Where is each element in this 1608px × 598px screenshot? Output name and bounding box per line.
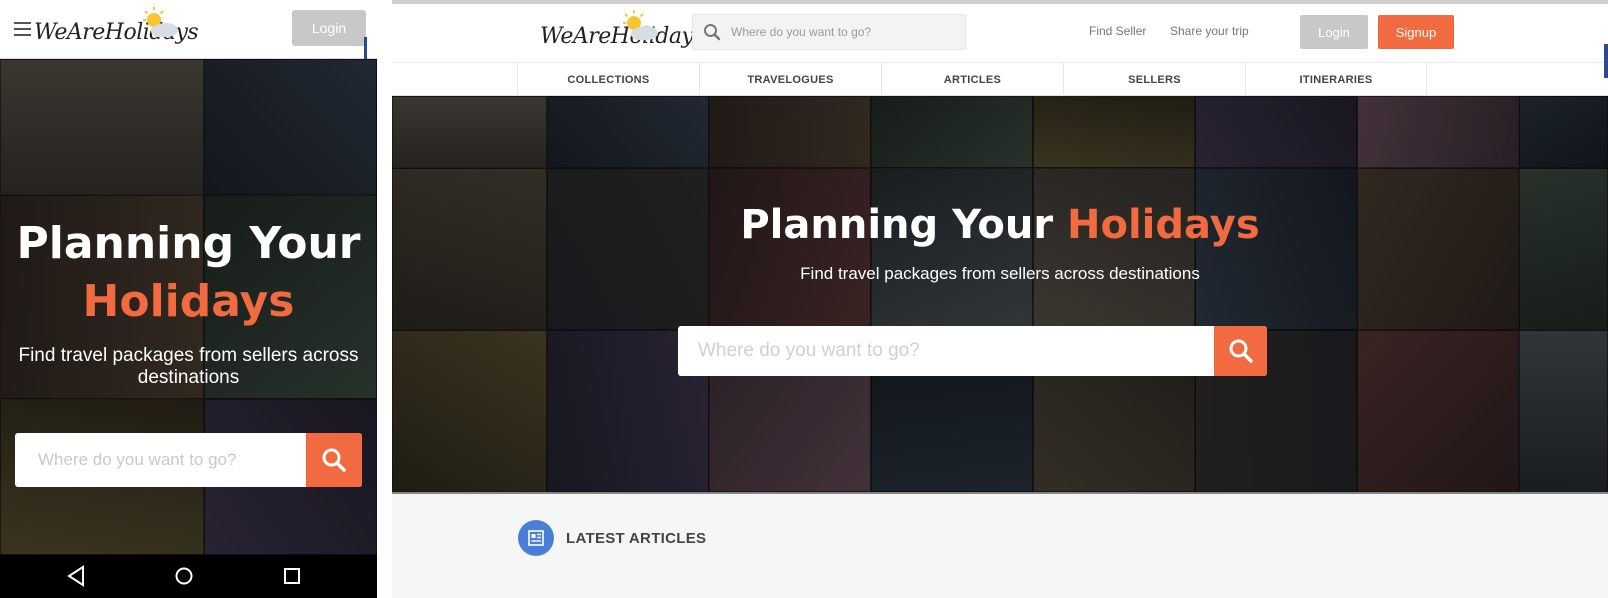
destination-search-input[interactable]	[15, 433, 305, 487]
search-button[interactable]	[1214, 326, 1267, 376]
signup-button[interactable]: Signup	[1378, 15, 1454, 49]
headline-line: Planning Your	[16, 218, 361, 269]
hamburger-menu-icon[interactable]	[14, 22, 31, 36]
search-icon	[704, 24, 721, 41]
recents-icon[interactable]	[282, 565, 302, 587]
hero-subtitle: Find travel packages from sellers across…	[18, 345, 359, 388]
mobile-header: WeAreHolidays Login	[0, 0, 377, 59]
screenshot-stage: WeAreHolidays Login Planning Your Holida…	[0, 0, 1608, 598]
desktop-view: WeAreHolidays Find Seller Share your tri…	[392, 0, 1608, 598]
header-search-box	[692, 14, 966, 50]
headline-accent: Holidays	[82, 276, 295, 327]
category-tabs: COLLECTIONS TRAVELOGUES ARTICLES SELLERS…	[392, 62, 1608, 96]
mobile-view: WeAreHolidays Login Planning Your Holida…	[0, 0, 377, 598]
article-icon	[518, 520, 554, 556]
find-seller-link[interactable]: Find Seller	[1089, 24, 1146, 38]
hero-search-box	[15, 433, 362, 487]
latest-articles-heading: LATEST ARTICLES	[566, 530, 707, 547]
tab-sellers[interactable]: SELLERS	[1063, 63, 1245, 96]
tab-collections[interactable]: COLLECTIONS	[517, 63, 699, 96]
tab-articles[interactable]: ARTICLES	[881, 63, 1063, 96]
tab-itineraries[interactable]: ITINERARIES	[1245, 63, 1427, 96]
hero-headline: Planning Your Holidays	[0, 215, 377, 331]
home-icon[interactable]	[174, 565, 194, 587]
search-icon	[322, 448, 346, 472]
desktop-hero: Planning Your Holidays Find travel packa…	[392, 96, 1608, 494]
share-trip-link[interactable]: Share your trip	[1170, 24, 1249, 38]
tab-travelogues[interactable]: TRAVELOGUES	[699, 63, 881, 96]
header-search-input[interactable]	[731, 15, 961, 49]
hero-subtitle: Find travel packages from sellers across…	[800, 264, 1200, 283]
mobile-hero: Planning Your Holidays Find travel packa…	[0, 59, 377, 555]
scroll-indicator	[1604, 44, 1608, 78]
headline-line: Planning Your	[740, 202, 1054, 248]
login-button[interactable]: Login	[1300, 15, 1368, 49]
hero-overlay	[392, 96, 1608, 494]
search-icon	[1229, 339, 1253, 363]
search-button[interactable]	[306, 433, 362, 487]
android-navigation-bar	[0, 555, 377, 598]
hero-headline: Planning Your Holidays	[392, 200, 1608, 250]
latest-articles-section: LATEST ARTICLES	[392, 494, 1608, 598]
hero-search-box	[678, 326, 1267, 376]
headline-accent: Holidays	[1066, 202, 1260, 248]
sun-cloud-icon	[143, 7, 178, 37]
sun-cloud-icon	[623, 10, 658, 40]
back-icon[interactable]	[66, 565, 86, 587]
desktop-header: WeAreHolidays Find Seller Share your tri…	[392, 4, 1608, 62]
destination-search-input[interactable]	[678, 326, 1214, 376]
login-button[interactable]: Login	[292, 10, 366, 46]
